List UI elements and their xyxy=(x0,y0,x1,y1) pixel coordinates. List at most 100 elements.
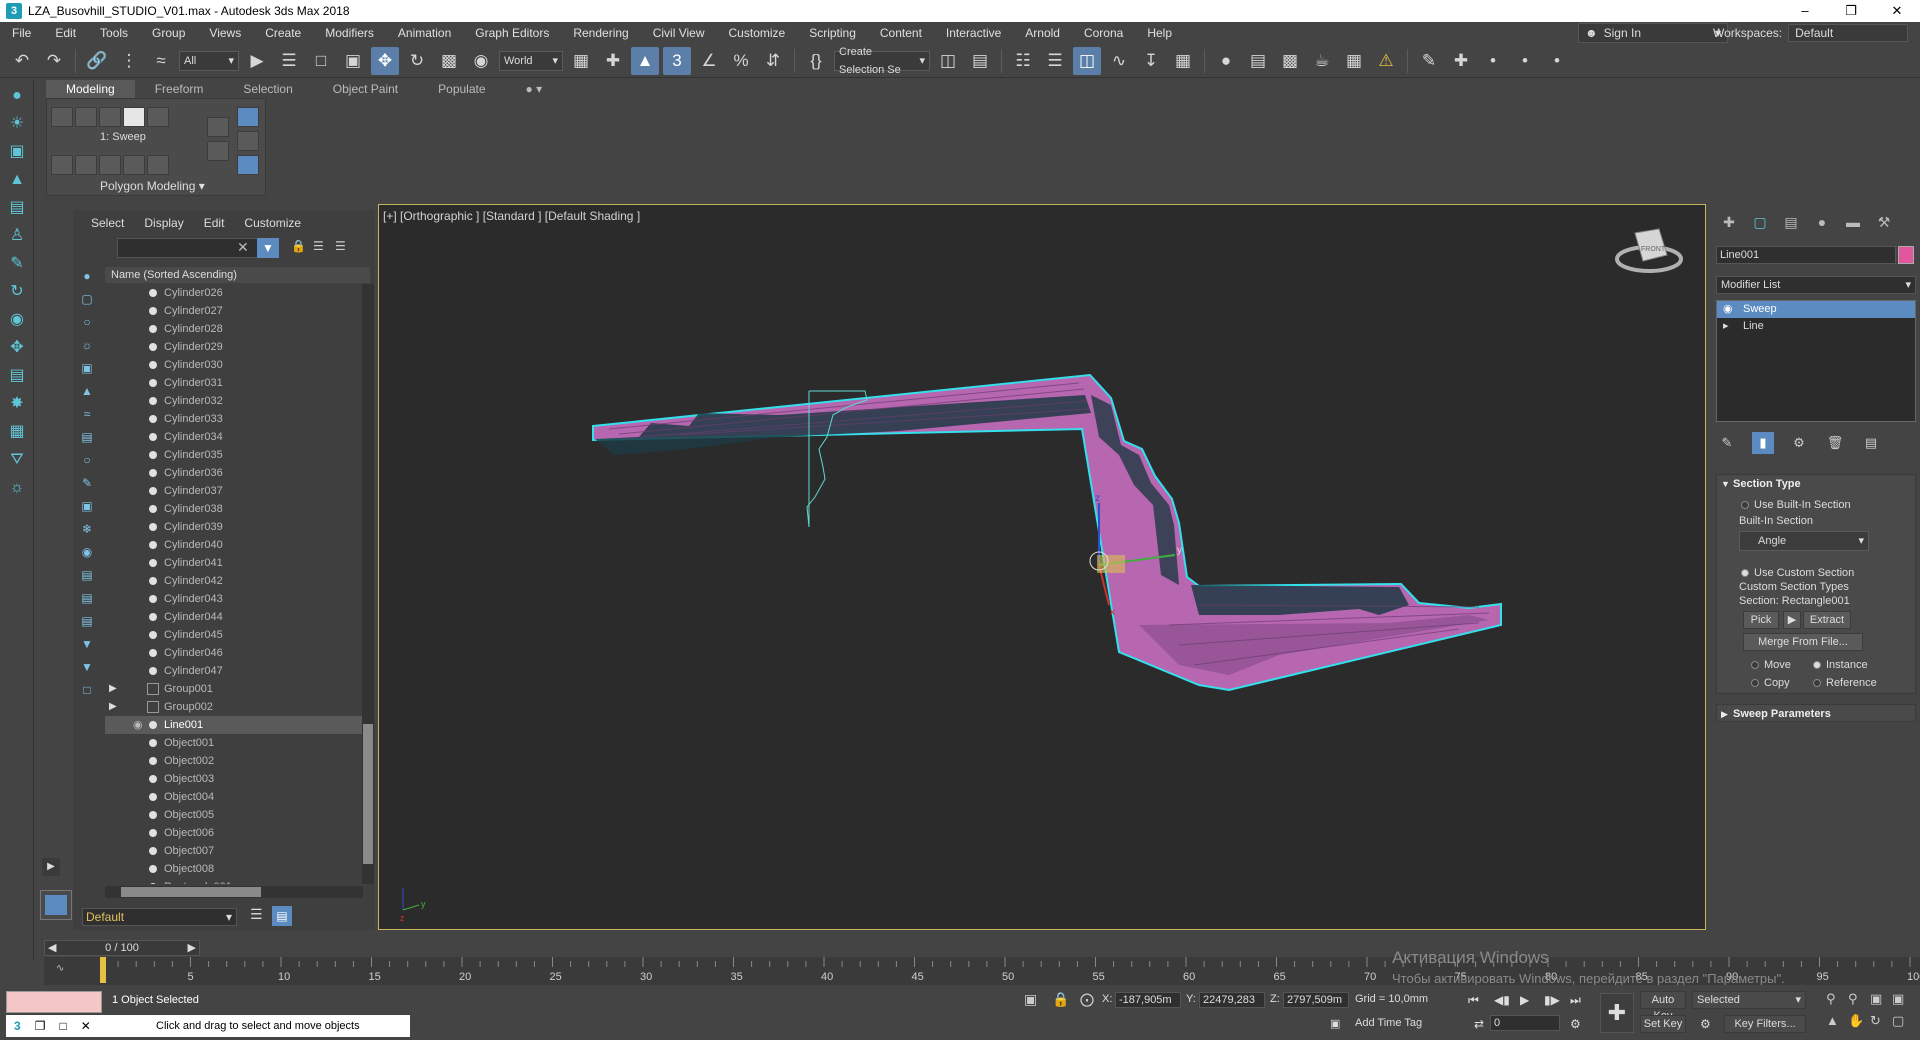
scene-row[interactable]: Cylinder028 xyxy=(105,320,363,338)
undo-icon[interactable]: ↶ xyxy=(8,47,36,75)
scene-row[interactable]: Cylinder042 xyxy=(105,572,363,590)
menu-help[interactable]: Help xyxy=(1135,22,1184,44)
scene-row[interactable]: Cylinder047 xyxy=(105,662,363,680)
menu-animation[interactable]: Animation xyxy=(386,22,463,44)
use-builtin-radio[interactable]: Use Built-In Section xyxy=(1741,499,1851,511)
current-frame-field[interactable]: 0 xyxy=(1490,1015,1560,1031)
pivot-center-icon[interactable]: ▦ xyxy=(567,47,595,75)
menu-corona[interactable]: Corona xyxy=(1072,22,1135,44)
scene-row[interactable]: Object002 xyxy=(105,752,363,770)
z-coordinate-field[interactable]: 2797,509m xyxy=(1283,992,1349,1008)
time-slider[interactable]: ◀ 0 / 100 ▶ xyxy=(44,940,200,956)
snaps-toggle-icon[interactable]: 3 xyxy=(663,46,691,75)
show-end-result-icon[interactable]: ▮ xyxy=(1752,432,1774,454)
selected-set-dropdown[interactable]: Selected ▾ xyxy=(1692,991,1806,1009)
window-icon[interactable]: □ xyxy=(59,1019,66,1033)
menu-modifiers[interactable]: Modifiers xyxy=(313,22,386,44)
scene-row[interactable]: Object006 xyxy=(105,824,363,842)
max-taskbar-icon[interactable]: 3 xyxy=(14,1019,21,1033)
close-x-icon[interactable]: ✕ xyxy=(81,1019,91,1033)
render-iterative-icon[interactable]: ▦ xyxy=(1340,47,1368,75)
ribbon-tool-8[interactable] xyxy=(237,107,259,127)
configure-modifier-sets-icon[interactable]: ▤ xyxy=(1860,432,1882,454)
unlink-icon[interactable]: ⋮ xyxy=(115,47,143,75)
vertex-icon[interactable] xyxy=(51,107,73,127)
expand-arrow-icon[interactable]: ▶ xyxy=(109,680,117,698)
previous-frame-icon[interactable]: ◀▮ xyxy=(1494,993,1510,1007)
render-production-icon[interactable]: ☕ xyxy=(1308,47,1336,75)
make-unique-icon[interactable]: ⚙ xyxy=(1788,432,1810,454)
ribbon-tool-9[interactable] xyxy=(237,131,259,151)
link-icon[interactable]: 🔗 xyxy=(83,47,111,75)
field-of-view-icon[interactable]: ▲ xyxy=(1826,1013,1848,1029)
zoom-icon[interactable]: ⚲ xyxy=(1826,991,1848,1007)
grid-icon[interactable]: ▦ xyxy=(4,420,30,444)
go-to-start-icon[interactable]: ⏮ xyxy=(1468,993,1479,1008)
scene-row[interactable]: Cylinder029 xyxy=(105,338,363,356)
lights-icon[interactable]: ☼ xyxy=(77,336,97,354)
utilities-tab-icon[interactable]: ⚒ xyxy=(1873,212,1895,232)
menu-civil-view[interactable]: Civil View xyxy=(641,22,717,44)
camera-icon[interactable]: ▣ xyxy=(4,140,30,164)
helper-icon[interactable]: ▲ xyxy=(4,168,30,192)
scene-row[interactable]: Object003 xyxy=(105,770,363,788)
scene-row[interactable]: ▶ Group002 xyxy=(105,698,363,716)
warning-icon[interactable]: ⚠ xyxy=(1372,47,1400,75)
ribbon-tool-10[interactable] xyxy=(237,155,259,175)
layer-icon[interactable]: ☰ xyxy=(335,239,346,253)
list-b-icon[interactable]: ▤ xyxy=(77,589,97,607)
sign-in-dropdown[interactable]: ☻ Sign In ▾ xyxy=(1578,23,1728,43)
corona-dot2-icon[interactable]: • xyxy=(1511,47,1539,75)
geometry-icon[interactable]: ▢ xyxy=(77,290,97,308)
orbit-icon[interactable]: ↻ xyxy=(1870,1013,1892,1029)
key-filters-icon[interactable]: ⚙ xyxy=(1700,1017,1711,1031)
select-move-icon[interactable]: ✥ xyxy=(371,46,399,75)
scene-row[interactable]: Cylinder031 xyxy=(105,374,363,392)
select-scale-icon[interactable]: ▩ xyxy=(435,47,463,75)
maximize-button[interactable]: ❐ xyxy=(1828,0,1874,22)
zoom-extents-icon[interactable]: ▣ xyxy=(1870,991,1892,1007)
scene-menu-customize[interactable]: Customize xyxy=(244,216,301,230)
menu-create[interactable]: Create xyxy=(253,22,313,44)
dope-sheet-icon[interactable]: ↧ xyxy=(1137,47,1165,75)
rotate-icon[interactable]: ↻ xyxy=(4,280,30,304)
scene-row[interactable]: Object008 xyxy=(105,860,363,878)
edit-named-selection-icon[interactable]: {} xyxy=(802,47,830,75)
corona-dot3-icon[interactable]: • xyxy=(1543,47,1571,75)
corona-tool-icon[interactable]: ✎ xyxy=(1415,47,1443,75)
ribbon-options-icon[interactable]: ● ▾ xyxy=(506,80,563,98)
scene-row[interactable]: Object001 xyxy=(105,734,363,752)
light-icon[interactable]: ● xyxy=(4,84,30,108)
zoom-all-icon[interactable]: ⚲ xyxy=(1848,991,1870,1007)
scene-row[interactable]: Cylinder035 xyxy=(105,446,363,464)
scene-row[interactable]: Cylinder043 xyxy=(105,590,363,608)
pen-icon[interactable]: ✎ xyxy=(4,252,30,276)
modify-tab-icon[interactable]: ▢ xyxy=(1749,212,1771,232)
scene-vertical-scrollbar[interactable] xyxy=(362,284,374,884)
visibility-eye-icon[interactable]: ◉ xyxy=(133,716,143,734)
layer-stack-icon[interactable]: ☰ xyxy=(250,906,263,923)
edge-icon[interactable] xyxy=(75,107,97,127)
viewcube[interactable]: FRONT xyxy=(1615,228,1683,273)
scene-row[interactable]: Cylinder030 xyxy=(105,356,363,374)
ribbon-tool-7[interactable] xyxy=(207,141,229,161)
shapes-icon[interactable]: ○ xyxy=(77,313,97,331)
sweep-parameters-header[interactable]: ▶ Sweep Parameters xyxy=(1717,705,1915,723)
render-setup-icon[interactable]: ▤ xyxy=(1244,47,1272,75)
scene-explorer-expand-icon[interactable]: ▶ xyxy=(42,858,60,876)
groups-icon[interactable]: ▤ xyxy=(77,428,97,446)
rect-selection-icon[interactable]: □ xyxy=(307,47,335,75)
key-mode-icon[interactable]: ⇄ xyxy=(1474,1017,1484,1031)
cameras-icon[interactable]: ▣ xyxy=(77,359,97,377)
add-time-tag[interactable]: Add Time Tag xyxy=(1355,1017,1422,1029)
scene-row[interactable]: Cylinder034 xyxy=(105,428,363,446)
display-tab-icon[interactable]: ▬ xyxy=(1842,212,1864,232)
scene-row[interactable]: Cylinder032 xyxy=(105,392,363,410)
corona-add-icon[interactable]: ✚ xyxy=(1447,47,1475,75)
menu-edit[interactable]: Edit xyxy=(43,22,88,44)
ref-coord-select[interactable]: World ▾ xyxy=(499,50,563,71)
menu-arnold[interactable]: Arnold xyxy=(1013,22,1072,44)
menu-interactive[interactable]: Interactive xyxy=(934,22,1013,44)
menu-tools[interactable]: Tools xyxy=(88,22,140,44)
corona-dot-icon[interactable]: • xyxy=(1479,47,1507,75)
